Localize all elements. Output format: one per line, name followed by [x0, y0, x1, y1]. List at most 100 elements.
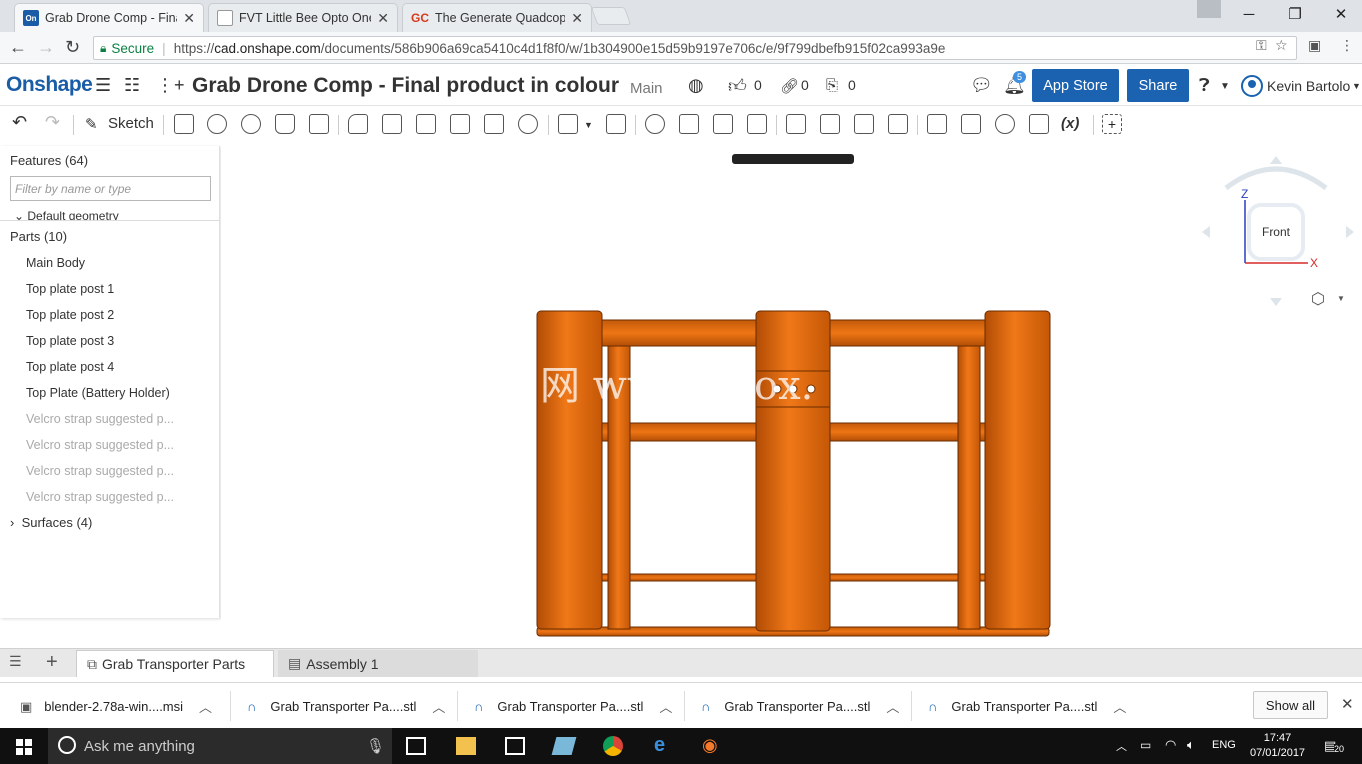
close-tab-icon[interactable]: ✕	[183, 10, 195, 27]
pattern-icon[interactable]	[558, 114, 578, 134]
chevron-down-icon[interactable]: ▼	[1337, 294, 1345, 303]
link-icon[interactable]: 🔗︎	[780, 77, 799, 95]
delete-face-icon[interactable]	[820, 114, 840, 134]
hole-icon[interactable]	[518, 114, 538, 134]
split-icon[interactable]	[679, 114, 699, 134]
chevron-up-icon[interactable]: ︿	[1116, 738, 1127, 754]
thicken-icon[interactable]	[309, 114, 329, 134]
download-item[interactable]: ▣ blender-2.78a-win....msi ︿	[20, 697, 212, 716]
help-icon[interactable]: ❓︎	[1199, 75, 1210, 96]
store-icon[interactable]	[505, 737, 525, 755]
chevron-down-icon[interactable]: ▼	[1220, 81, 1230, 92]
close-tab-icon[interactable]: ✕	[377, 10, 389, 27]
variable-button[interactable]: (x)	[1061, 115, 1079, 132]
browser-tab-fvt[interactable]: FVT Little Bee Opto OneS ✕	[208, 3, 398, 32]
new-tab-button[interactable]	[590, 7, 632, 25]
download-item[interactable]: ∩ Grab Transporter Pa....stl ︿	[474, 697, 672, 716]
redo-icon[interactable]: ↷	[45, 112, 60, 133]
import-icon[interactable]	[1029, 114, 1049, 134]
hamburger-menu-icon[interactable]: ☰	[95, 75, 111, 96]
draft-icon[interactable]	[416, 114, 436, 134]
workspace-label[interactable]: Main	[630, 80, 663, 97]
language-indicator[interactable]: ENG	[1212, 739, 1236, 751]
chevron-up-icon[interactable]: ︿	[1113, 697, 1126, 716]
battery-icon[interactable]: ▭	[1140, 738, 1151, 752]
file-explorer-icon[interactable]	[456, 737, 476, 755]
view-cube-front[interactable]: Front	[1247, 203, 1305, 261]
globe-icon[interactable]: ◍	[688, 75, 704, 96]
rib-icon[interactable]	[450, 114, 470, 134]
feature-filter-input[interactable]: Filter by name or type	[10, 176, 211, 201]
volume-icon[interactable]: 🔈︎	[1187, 737, 1195, 753]
shell-icon[interactable]	[484, 114, 504, 134]
chrome-profile-icon[interactable]	[1197, 0, 1221, 18]
chevron-down-icon[interactable]: ▼	[1352, 81, 1361, 91]
document-title[interactable]: Grab Drone Comp - Final product in colou…	[192, 74, 619, 98]
chevron-up-icon[interactable]: ︿	[659, 697, 672, 716]
transform-icon[interactable]	[713, 114, 733, 134]
fillet-icon[interactable]	[348, 114, 368, 134]
comments-icon[interactable]: 💬︎	[970, 75, 993, 96]
mate-connector-icon[interactable]	[995, 114, 1015, 134]
part-item[interactable]: Top plate post 3	[26, 334, 114, 348]
add-tab-icon[interactable]: +	[46, 651, 58, 674]
part-item[interactable]: Main Body	[26, 256, 85, 270]
microphone-icon[interactable]: 🎙︎	[366, 737, 385, 755]
notepad-icon[interactable]	[551, 737, 577, 755]
mirror-icon[interactable]	[606, 114, 626, 134]
wifi-icon[interactable]: ◠	[1165, 737, 1176, 753]
browser-tab-onshape[interactable]: On Grab Drone Comp - Final ✕	[14, 3, 204, 32]
loft-icon[interactable]	[275, 114, 295, 134]
sketch-button[interactable]: Sketch	[108, 115, 154, 132]
app-store-button[interactable]: App Store	[1032, 69, 1119, 102]
back-icon[interactable]: ←	[9, 37, 27, 58]
chevron-up-icon[interactable]: ︿	[886, 697, 899, 716]
helix-icon[interactable]	[961, 114, 981, 134]
part-item[interactable]: Velcro strap suggested p...	[26, 490, 174, 504]
chevron-up-icon[interactable]: ︿	[199, 697, 212, 716]
features-header[interactable]: Features (64)	[10, 153, 88, 168]
chevron-up-icon[interactable]: ︿	[432, 697, 445, 716]
pencil-icon[interactable]: ✎	[85, 115, 98, 133]
bookmark-star-icon[interactable]: ☆	[1275, 37, 1288, 54]
sweep-icon[interactable]	[241, 114, 261, 134]
part-item[interactable]: Velcro strap suggested p...	[26, 412, 174, 426]
chrome-menu-icon[interactable]: ⋮	[1340, 37, 1354, 54]
windows-start-icon[interactable]	[16, 739, 32, 755]
copy-icon[interactable]: ⎘	[826, 77, 838, 94]
move-face-icon[interactable]	[854, 114, 874, 134]
tab-assembly-1[interactable]: ▤ Assembly 1	[278, 650, 478, 677]
tab-list-icon[interactable]: ☰	[9, 653, 22, 670]
chevron-down-icon[interactable]: ▼	[584, 120, 593, 130]
onshape-logo[interactable]: Onshape	[6, 73, 93, 97]
add-custom-feature-icon[interactable]: +	[1102, 114, 1122, 134]
plane-icon[interactable]	[927, 114, 947, 134]
extrude-icon[interactable]	[174, 114, 194, 134]
surfaces-item[interactable]: › Surfaces (4)	[10, 515, 92, 530]
url-input[interactable]: 🔒︎ Secure | https:// cad.onshape.com /do…	[93, 36, 1297, 60]
task-view-icon[interactable]	[406, 737, 426, 755]
close-shelf-icon[interactable]: ✕	[1341, 695, 1354, 713]
like-icon[interactable]: 👍︎	[728, 75, 747, 97]
replace-face-icon[interactable]	[888, 114, 908, 134]
delete-part-icon[interactable]	[747, 114, 767, 134]
chrome-icon[interactable]	[603, 736, 623, 756]
blender-icon[interactable]: ◉	[702, 735, 722, 755]
chamfer-icon[interactable]	[382, 114, 402, 134]
share-button[interactable]: Share	[1127, 69, 1189, 102]
part-item[interactable]: Velcro strap suggested p...	[26, 438, 174, 452]
minimize-icon[interactable]: ─	[1226, 0, 1272, 28]
version-history-icon[interactable]: ☷	[124, 75, 140, 96]
modify-fillet-icon[interactable]	[786, 114, 806, 134]
cortana-search-input[interactable]: Ask me anything 🎙︎	[48, 728, 392, 764]
user-name[interactable]: Kevin Bartolo	[1267, 78, 1350, 94]
clock[interactable]: 17:47 07/01/2017	[1250, 731, 1305, 761]
part-item[interactable]: Top plate post 2	[26, 308, 114, 322]
browser-tab-generate[interactable]: GC The Generate Quadcopter ✕	[402, 3, 592, 32]
download-item[interactable]: ∩ Grab Transporter Pa....stl ︿	[247, 697, 445, 716]
close-tab-icon[interactable]: ✕	[571, 10, 583, 27]
restore-icon[interactable]: ❐	[1272, 0, 1318, 28]
extension-icon[interactable]: ▣	[1308, 37, 1321, 54]
part-item[interactable]: Top Plate (Battery Holder)	[26, 386, 170, 400]
edge-icon[interactable]: e	[654, 734, 674, 756]
